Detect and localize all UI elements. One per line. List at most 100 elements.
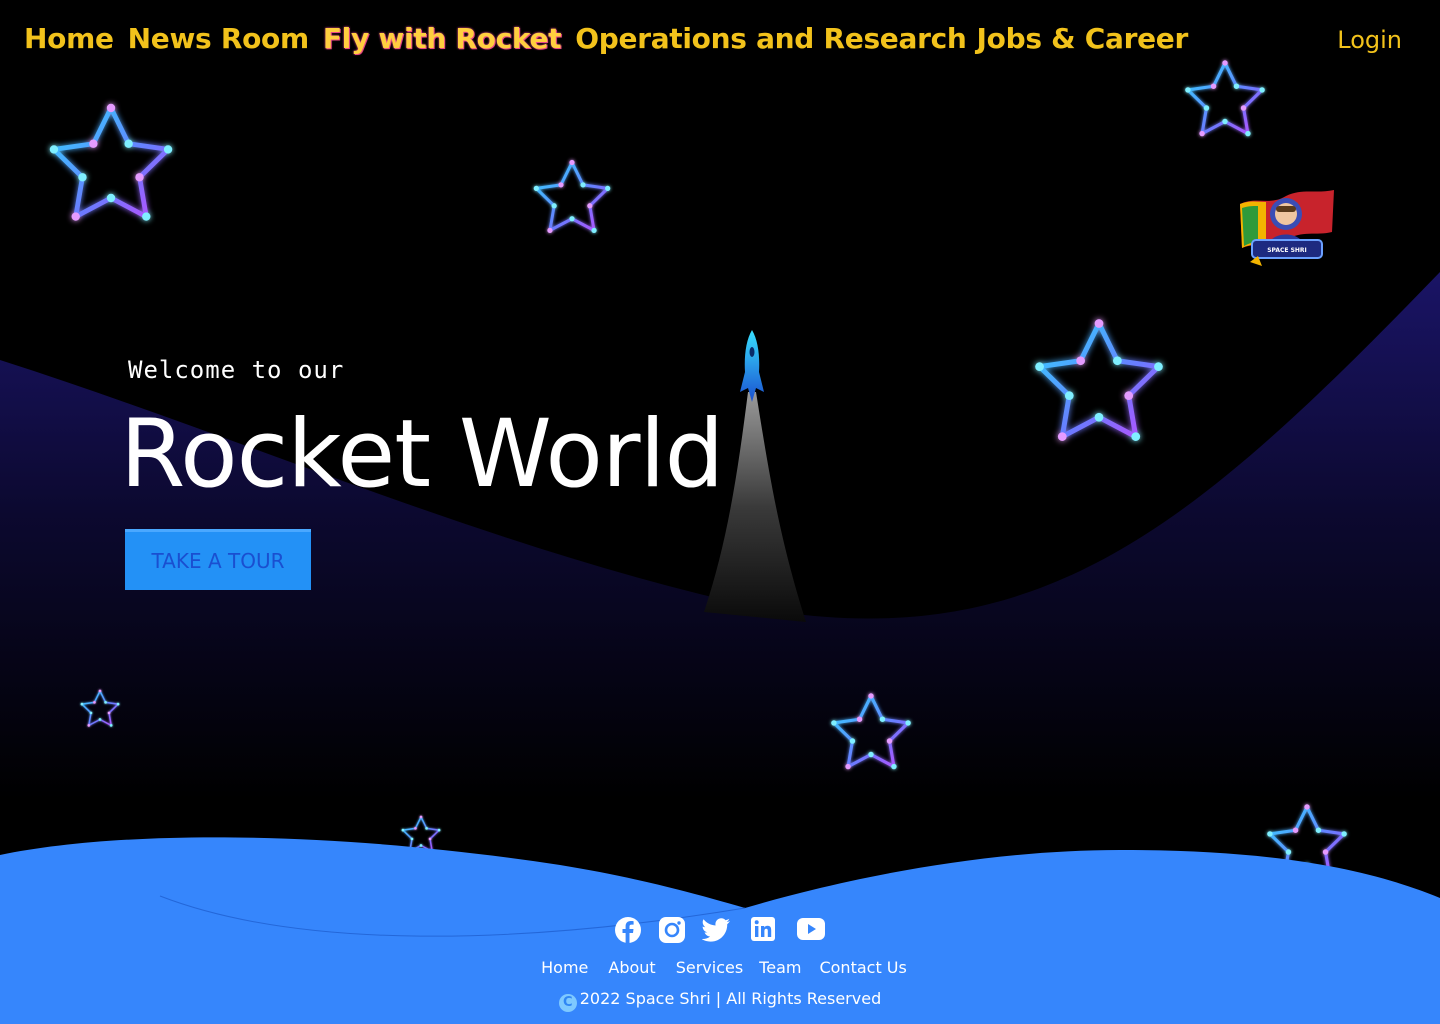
footer-link-home[interactable]: Home <box>541 958 588 977</box>
hero-welcome: Welcome to our <box>128 356 345 384</box>
star-vertex <box>1259 87 1265 93</box>
star-vertex <box>1315 827 1322 833</box>
star-decor-1 <box>49 103 173 221</box>
star-vertex <box>569 216 575 222</box>
nav-home[interactable]: Home <box>24 22 114 55</box>
star-vertex <box>1233 83 1240 89</box>
star-vertex <box>1267 831 1273 837</box>
footer-link-team[interactable]: Team <box>759 958 801 977</box>
star-vertex <box>587 203 593 209</box>
star-vertex <box>419 844 423 847</box>
star-vertex <box>1124 391 1134 401</box>
star-vertex <box>580 182 586 188</box>
star-vertex <box>80 702 84 706</box>
star-vertex <box>868 693 874 699</box>
star-vertex <box>886 738 893 744</box>
star-vertex <box>1185 87 1191 93</box>
star-vertex <box>1203 105 1210 111</box>
star-vertex <box>1131 432 1141 441</box>
star-vertex <box>831 720 837 726</box>
star-vertex <box>124 139 133 148</box>
star-vertex <box>551 203 557 209</box>
star-vertex <box>1154 362 1163 372</box>
copyright: C 2022 Space Shri | All Rights Reserved <box>0 989 1440 1012</box>
star-vertex <box>533 185 539 192</box>
nav-operations-research[interactable]: Operations and Research <box>575 22 967 55</box>
star-vertex <box>410 837 414 841</box>
star-vertex <box>135 173 144 182</box>
star-decor-4 <box>1035 319 1163 441</box>
star-vertex <box>1076 356 1086 366</box>
star-vertex <box>868 751 874 758</box>
star-vertex <box>845 763 851 770</box>
star-vertex <box>116 702 120 706</box>
footer-link-services[interactable]: Services <box>676 958 743 977</box>
star-vertex <box>87 724 91 727</box>
star-vertex <box>1112 356 1122 366</box>
star-vertex <box>98 689 102 693</box>
star-vertex <box>425 826 428 830</box>
space-shri-badge[interactable]: SPACE SHRI <box>1236 186 1338 272</box>
footer-links: Home About Services Team Contact Us <box>0 958 1440 977</box>
star-vertex <box>1064 391 1074 401</box>
star-vertex <box>401 828 405 832</box>
star-vertex <box>107 711 111 715</box>
copyright-icon: C <box>558 994 577 1012</box>
nav-news-room[interactable]: News Room <box>128 22 310 55</box>
nav-fly-with-rocket[interactable]: Fly with Rocket <box>323 22 562 55</box>
footer-link-about[interactable]: About <box>608 958 655 977</box>
star-vertex <box>89 139 98 148</box>
copyright-text: 2022 Space Shri | All Rights Reserved <box>579 989 882 1008</box>
star-vertex <box>1199 130 1205 137</box>
linkedin-icon[interactable] <box>750 916 780 946</box>
twitter-icon[interactable] <box>701 916 732 946</box>
star-vertex <box>1222 118 1228 125</box>
star-vertex <box>1322 849 1329 855</box>
badge-text: SPACE SHRI <box>1267 247 1307 254</box>
star-vertex <box>1210 83 1217 89</box>
take-a-tour-button[interactable]: TAKE A TOUR <box>125 529 311 590</box>
star-vertex <box>905 720 911 726</box>
star-vertex <box>1222 60 1228 66</box>
star-vertex <box>98 718 102 721</box>
star-vertex <box>1057 432 1067 441</box>
star-vertex <box>591 227 597 233</box>
star-vertex <box>1341 831 1347 837</box>
nav-jobs-career[interactable]: Jobs & Career <box>977 22 1189 55</box>
instagram-icon[interactable] <box>658 916 688 946</box>
facebook-icon[interactable] <box>614 916 644 946</box>
star-decor-2 <box>533 159 611 233</box>
star-vertex <box>89 711 93 715</box>
star-vertex <box>879 716 886 722</box>
footer-link-contact-us[interactable]: Contact Us <box>819 958 906 977</box>
star-vertex <box>163 145 173 154</box>
star-decor-3 <box>1185 60 1265 137</box>
star-vertex <box>437 828 441 832</box>
star-vertex <box>1245 130 1251 137</box>
star-vertex <box>78 173 87 182</box>
star-vertex <box>428 837 432 841</box>
star-vertex <box>106 103 116 113</box>
background-scene <box>0 60 1440 1024</box>
star-vertex <box>71 212 80 221</box>
youtube-icon[interactable] <box>796 916 826 946</box>
star-vertex <box>1285 849 1292 855</box>
star-vertex <box>1304 804 1310 810</box>
star-vertex <box>1094 412 1104 422</box>
star-vertex <box>1240 105 1247 111</box>
login-link[interactable]: Login <box>1337 26 1402 54</box>
star-vertex <box>49 145 59 154</box>
hero-title: Rocket World <box>120 400 724 509</box>
star-vertex <box>849 738 856 744</box>
star-vertex <box>142 212 151 221</box>
star-vertex <box>104 700 107 704</box>
star-vertex <box>891 763 897 770</box>
star-vertex <box>558 182 564 188</box>
star-vertex <box>1035 362 1044 372</box>
rocket-icon <box>740 330 764 402</box>
star-vertex <box>605 185 611 192</box>
star-vertex <box>1292 827 1299 833</box>
star-vertex <box>414 826 417 830</box>
star-vertex <box>419 815 423 819</box>
star-vertex <box>106 193 116 203</box>
